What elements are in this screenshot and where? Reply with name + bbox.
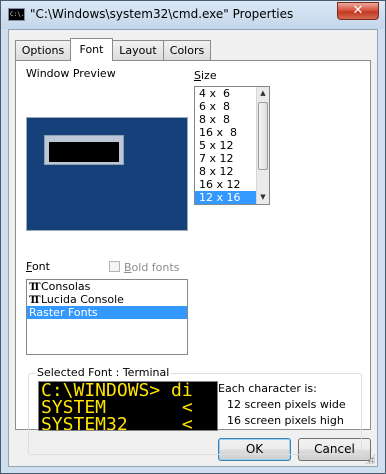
tab-colors[interactable]: Colors: [163, 40, 211, 60]
pixels-wide-text: 12 screen pixels wide: [227, 398, 346, 411]
terminal-preview-line: SYSTEM32 <: [41, 414, 193, 431]
size-label: Size: [194, 69, 217, 82]
size-scrollbar[interactable]: ▲ ▼: [256, 87, 269, 204]
scroll-down-arrow-icon[interactable]: ▼: [257, 191, 269, 204]
each-character-label: Each character is:: [218, 382, 317, 395]
tab-layout[interactable]: Layout: [112, 40, 164, 60]
font-option-label: Consolas: [41, 280, 91, 293]
scroll-up-arrow-icon[interactable]: ▲: [257, 87, 269, 100]
font-label: Font: [26, 260, 50, 273]
cmd-app-icon[interactable]: C:\.: [8, 8, 25, 21]
close-button[interactable]: ✕: [337, 2, 379, 20]
bold-fonts-checkbox[interactable]: [109, 261, 120, 272]
preview-console-screen: [49, 142, 119, 162]
selected-font-label: Selected Font : Terminal: [35, 366, 172, 379]
font-option[interactable]: TT Lucida Console: [27, 293, 187, 306]
font-list: TT Consolas TT Lucida Console Raster Fonts: [27, 280, 187, 319]
preview-console-window: [44, 135, 124, 165]
scroll-thumb[interactable]: [258, 102, 268, 170]
font-listbox[interactable]: TT Consolas TT Lucida Console Raster Fonts: [26, 279, 188, 355]
font-option[interactable]: TT Consolas: [27, 280, 187, 293]
window-preview: [26, 117, 188, 231]
size-listbox[interactable]: 4 x 66 x 88 x 8 16 x 85 x 12 7 x 12 8 x 12 1…: [194, 86, 270, 205]
dialog-body: Options Font Layout Colors Window Previe…: [8, 29, 378, 467]
bold-fonts-label: Bold fonts: [124, 261, 180, 274]
font-option-label: Lucida Console: [41, 293, 124, 306]
font-tab-panel: Window Preview Size 4 x 66 x 88 x 8 16 x …: [15, 60, 371, 455]
pixels-high-text: 16 screen pixels high: [227, 414, 344, 427]
tab-options[interactable]: Options: [15, 40, 71, 60]
font-option-label: Raster Fonts: [29, 306, 98, 319]
font-option[interactable]: Raster Fonts: [27, 306, 187, 319]
properties-window: C:\. "C:\Windows\system32\cmd.exe" Prope…: [0, 0, 386, 474]
window-preview-label: Window Preview: [26, 67, 116, 80]
terminal-font-preview: C:\WINDOWS> di SYSTEM < SYSTEM32 <: [38, 381, 218, 431]
tab-font[interactable]: Font: [70, 38, 113, 61]
window-title: "C:\Windows\system32\cmd.exe" Properties: [30, 7, 294, 21]
title-bar[interactable]: C:\. "C:\Windows\system32\cmd.exe" Prope…: [1, 1, 385, 29]
